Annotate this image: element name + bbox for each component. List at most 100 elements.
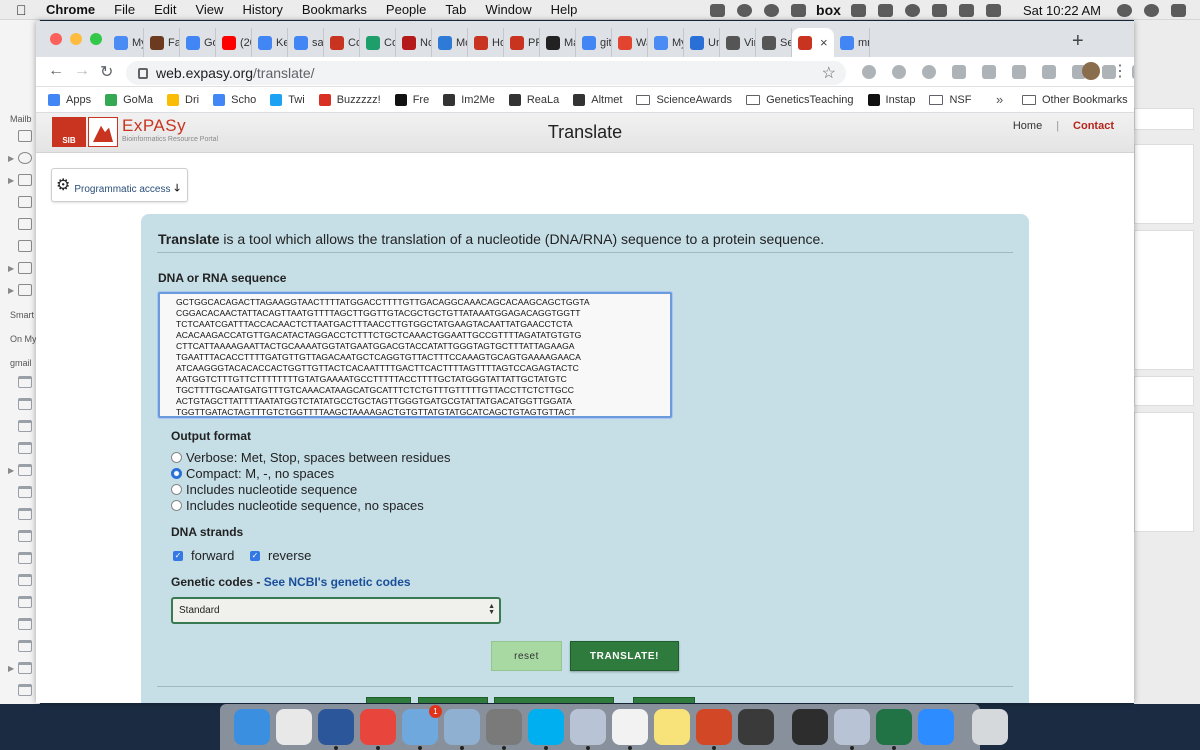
browser-tab[interactable]: My — [108, 28, 144, 57]
browser-tab[interactable]: Ma — [540, 28, 576, 57]
chrome-icon[interactable] — [360, 709, 396, 750]
folder-icon[interactable] — [18, 486, 32, 498]
dropbox-icon[interactable] — [791, 3, 807, 17]
address-bar[interactable]: web.expasy.org/translate/ ☆ — [126, 61, 846, 85]
ncbi-genetic-codes-link[interactable]: See NCBI's genetic codes — [264, 575, 411, 589]
info-status-icon[interactable] — [764, 3, 780, 17]
menu-help[interactable]: Help — [551, 2, 578, 17]
extension-icon[interactable] — [952, 65, 966, 79]
output-option-compact[interactable]: Compact: M, -, no spaces — [171, 466, 334, 481]
bookmark-item[interactable]: Dri — [167, 93, 199, 106]
folder-icon[interactable] — [18, 376, 32, 388]
user-icon[interactable] — [1144, 3, 1159, 17]
sequence-textarea[interactable]: GCTGGCACAGACTTAGAAGGTAACTTTTATGGACCTTTTG… — [158, 292, 672, 418]
new-tab-button[interactable]: + — [1072, 30, 1084, 53]
r-icon[interactable] — [570, 709, 606, 750]
radio-button[interactable] — [171, 500, 182, 511]
menu-file[interactable]: File — [114, 2, 135, 17]
bookmark-item[interactable]: GoMa — [105, 93, 153, 106]
skype-icon[interactable] — [528, 709, 564, 750]
output-option-nucleotide[interactable]: Includes nucleotide sequence — [171, 482, 357, 497]
bookmark-star-icon[interactable]: ☆ — [822, 63, 836, 83]
preview-icon[interactable] — [444, 709, 480, 750]
forward-button[interactable]: → — [74, 62, 90, 80]
chrome-menu-icon[interactable]: ⋮ — [1112, 61, 1128, 81]
textedit-icon[interactable] — [276, 709, 312, 745]
bookmarks-overflow-button[interactable]: » — [996, 92, 1003, 107]
menu-tab[interactable]: Tab — [445, 2, 466, 17]
browser-tab[interactable]: (20 — [216, 28, 252, 57]
browser-tab[interactable]: No — [396, 28, 432, 57]
folder-icon[interactable] — [18, 508, 32, 520]
circle-app-icon[interactable] — [738, 709, 774, 745]
bookmark-item[interactable]: Apps — [48, 93, 91, 106]
time-machine-icon[interactable] — [904, 3, 920, 17]
apple-menu-icon[interactable]:  — [16, 2, 32, 18]
folder-icon[interactable] — [18, 442, 32, 454]
folder-icon[interactable] — [18, 530, 32, 542]
extension-icon[interactable] — [1042, 65, 1056, 79]
powerpoint-icon[interactable] — [696, 709, 732, 750]
programmatic-access-button[interactable]: ⚙ Programmatic access 🡓 — [51, 168, 188, 202]
reset-button[interactable]: reset — [491, 641, 562, 671]
radio-button-selected[interactable] — [171, 468, 182, 479]
bluetooth-icon[interactable] — [931, 3, 947, 17]
extension-icon[interactable] — [1132, 65, 1134, 79]
folder-icon[interactable] — [18, 398, 32, 410]
browser-tab[interactable]: Co — [360, 28, 396, 57]
strand-reverse-checkbox[interactable]: ✓ reverse — [250, 548, 311, 563]
flag-icon[interactable] — [18, 174, 32, 186]
sent-icon[interactable] — [18, 218, 32, 230]
menu-app-chrome[interactable]: Chrome — [46, 2, 95, 17]
notes-icon[interactable] — [654, 709, 690, 745]
nav-contact-link[interactable]: Contact — [1073, 120, 1114, 132]
bookmark-item[interactable]: Buzzzzz! — [318, 93, 381, 106]
r-project-icon[interactable] — [834, 709, 870, 750]
minimize-window-button[interactable] — [70, 33, 82, 45]
output-option-verbose[interactable]: Verbose: Met, Stop, spaces between resid… — [171, 450, 451, 465]
folder-icon[interactable] — [18, 596, 32, 608]
browser-tab[interactable]: My — [648, 28, 684, 57]
spotlight-icon[interactable] — [1117, 3, 1132, 17]
pocket-icon[interactable] — [1012, 65, 1026, 79]
folder-icon[interactable] — [18, 618, 32, 630]
trash-icon[interactable] — [972, 709, 1008, 745]
extension-icon[interactable] — [862, 65, 876, 79]
folder-icon[interactable] — [18, 574, 32, 586]
strand-forward-checkbox[interactable]: ✓ forward — [173, 548, 234, 563]
translate-button[interactable]: TRANSLATE! — [570, 641, 679, 671]
bookmark-item[interactable]: ScienceAwards — [636, 94, 732, 106]
check-status-icon[interactable] — [737, 3, 753, 17]
browser-tab[interactable]: sar — [288, 28, 324, 57]
bookmark-item[interactable]: Twi — [270, 93, 305, 106]
bookmark-item[interactable]: Scho — [213, 93, 256, 106]
bookmark-item[interactable]: GeneticsTeaching — [746, 94, 854, 106]
display-status-icon[interactable] — [877, 3, 893, 17]
archive-icon[interactable] — [18, 284, 32, 296]
menu-bookmarks[interactable]: Bookmarks — [302, 2, 367, 17]
box-status-label[interactable]: box — [816, 2, 841, 18]
menu-clock[interactable]: Sat 10:22 AM — [1023, 3, 1101, 18]
radio-button[interactable] — [171, 484, 182, 495]
browser-tab[interactable]: git — [576, 28, 612, 57]
zoom-status-icon[interactable] — [710, 3, 726, 17]
genetic-code-select[interactable]: Standard ▲ ▼ — [171, 597, 501, 624]
browser-tab[interactable]: Co — [324, 28, 360, 57]
other-bookmarks-folder[interactable]: Other Bookmarks — [1022, 94, 1128, 106]
excel-icon[interactable] — [876, 709, 912, 750]
browser-tab[interactable]: Fac — [144, 28, 180, 57]
output-option-nucleotide-nospaces[interactable]: Includes nucleotide sequence, no spaces — [171, 498, 424, 513]
bookmark-item[interactable]: Im2Me — [443, 93, 495, 106]
bookmark-item[interactable]: Altmet — [573, 93, 622, 106]
checkmark-icon[interactable]: ✓ — [250, 550, 260, 561]
system-preferences-icon[interactable] — [486, 709, 522, 750]
folder-icon[interactable] — [18, 662, 32, 674]
folder-icon[interactable] — [18, 464, 32, 476]
word-icon[interactable] — [318, 709, 354, 750]
junk-icon[interactable] — [18, 240, 32, 252]
folder-icon[interactable] — [18, 684, 32, 696]
menu-people[interactable]: People — [386, 2, 426, 17]
extension-icon[interactable] — [892, 65, 906, 79]
extension-icon[interactable] — [982, 65, 996, 79]
wifi-icon[interactable] — [958, 3, 974, 17]
